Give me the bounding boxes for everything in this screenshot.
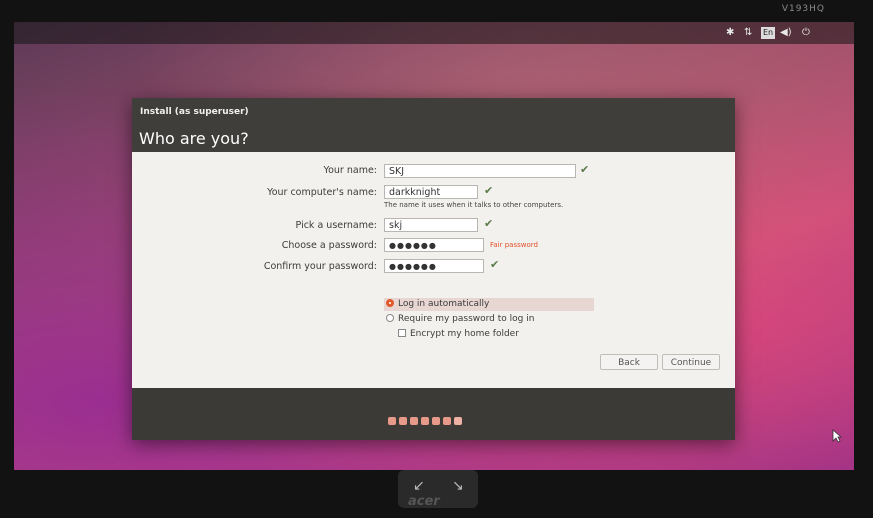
password-input[interactable]: ●●●●●● [384,238,484,252]
require-password-radio[interactable]: Require my password to log in [386,314,534,324]
progress-dot [388,417,396,425]
progress-dot [421,417,429,425]
monitor-logo: acer [408,494,440,509]
progress-dot [399,417,407,425]
power-icon[interactable]: ⏻ [802,27,810,39]
progress-dot [410,417,418,425]
back-button[interactable]: Back [600,354,658,370]
window-titlebar: Install (as superuser) Who are you? [132,98,735,152]
password-strength-text: Fair password [490,241,538,249]
user-form: Your name: SKJ ✔ Your computer's name: d… [132,152,735,388]
accessibility-icon[interactable]: ✱ [726,27,734,39]
encrypt-home-checkbox[interactable]: Encrypt my home folder [398,329,519,339]
keyboard-layout-indicator[interactable]: En [761,27,776,39]
radio-selected-icon [386,299,394,307]
window-title: Install (as superuser) [140,107,249,117]
checkbox-icon [398,329,406,337]
page-title: Who are you? [139,129,249,148]
continue-button[interactable]: Continue [662,354,720,370]
name-input[interactable]: SKJ [384,164,576,178]
username-label: Pick a username: [295,220,377,231]
volume-icon[interactable]: ◀) [780,27,792,39]
auto-login-radio[interactable]: Log in automatically [386,299,489,309]
mouse-cursor-icon [832,428,843,447]
computer-name-input[interactable]: darkknight [384,185,478,199]
progress-dot [432,417,440,425]
encrypt-home-label: Encrypt my home folder [410,329,519,339]
progress-dots [388,410,465,429]
confirm-password-input[interactable]: ●●●●●● [384,259,484,273]
computer-name-hint: The name it uses when it talks to other … [384,201,564,209]
username-valid-check-icon: ✔ [484,217,494,230]
bezel-right-arrow-icon[interactable]: ↘ [452,478,464,494]
bezel-left-arrow-icon[interactable]: ↙ [413,478,425,494]
confirm-password-label: Confirm your password: [263,261,377,272]
progress-footer [132,388,735,440]
auto-login-label: Log in automatically [398,299,490,309]
progress-dot [443,417,451,425]
monitor-model-label: V193HQ [781,4,825,14]
computer-name-label: Your computer's name: [267,187,377,198]
desktop-screen: ✱ ⇅ En ◀) ⏻ Install (as superuser) Who a… [14,22,854,470]
name-label: Your name: [323,165,377,176]
installer-window: Install (as superuser) Who are you? Your… [132,98,843,443]
password-label: Choose a password: [281,240,377,251]
require-password-label: Require my password to log in [398,314,535,324]
confirm-password-valid-check-icon: ✔ [490,258,500,271]
username-input[interactable]: skj [384,218,478,232]
name-valid-check-icon: ✔ [580,163,590,176]
computer-name-valid-check-icon: ✔ [484,184,494,197]
network-icon[interactable]: ⇅ [744,27,752,39]
top-panel: ✱ ⇅ En ◀) ⏻ [14,22,854,44]
progress-dot [454,417,462,425]
radio-unselected-icon [386,314,394,322]
